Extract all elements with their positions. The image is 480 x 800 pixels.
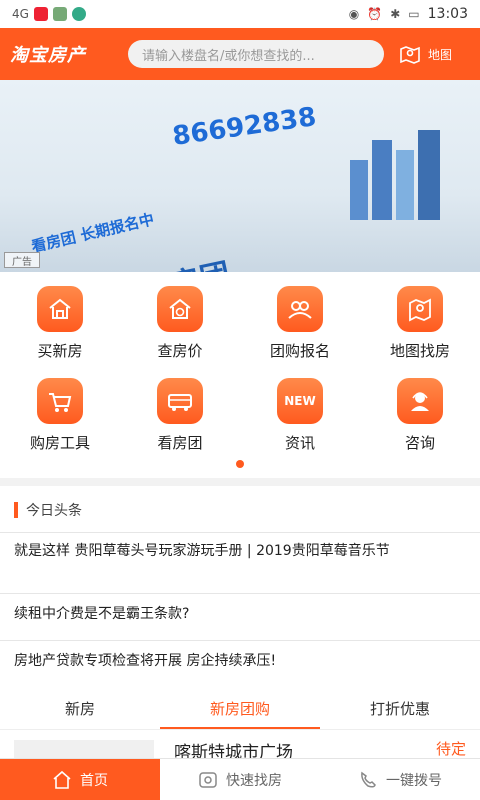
- news-item[interactable]: 续租中介费是不是霸王条款?: [14, 603, 466, 625]
- nav-label: 一键拨号: [386, 772, 442, 789]
- eye-icon: ◉: [348, 7, 360, 21]
- feature-grid: 买新房 查房价 团购报名 地图找房 购房工具 看房团 NEW 资讯 咨询: [0, 280, 480, 460]
- grid-item-consult[interactable]: 咨询: [360, 378, 480, 466]
- grid-item-price[interactable]: 查房价: [120, 286, 240, 374]
- map-pin-icon: [397, 286, 443, 332]
- grid-item-news[interactable]: NEW 资讯: [240, 378, 360, 466]
- nav-label: 快速找房: [226, 772, 282, 789]
- listing-tabs: 新房 新房团购 打折优惠: [0, 690, 480, 730]
- tab-group-buy[interactable]: 新房团购: [160, 690, 320, 729]
- search-placeholder: 请输入楼盘名/或你想查找的...: [142, 48, 315, 64]
- bluetooth-icon: ✱: [390, 7, 401, 21]
- listing-status: 待定: [435, 740, 466, 758]
- nav-home[interactable]: 首页: [0, 759, 160, 800]
- news-section-title: 今日头条: [14, 500, 82, 520]
- banner-phone: 86692838: [170, 102, 319, 152]
- ad-label: 广告: [4, 252, 40, 268]
- divider: [0, 593, 480, 594]
- grid-item-map[interactable]: 地图找房: [360, 286, 480, 374]
- app-header: 淘宝房产 请输入楼盘名/或你想查找的... 地图: [0, 28, 480, 80]
- news-item[interactable]: 就是这样 贵阳草莓头号玩家游玩手册 | 2019贵阳草莓音乐节: [14, 540, 466, 562]
- page-indicator-dot: [236, 460, 244, 468]
- grid-item-buy-new[interactable]: 买新房: [0, 286, 120, 374]
- news-title-text: 今日头条: [26, 503, 82, 519]
- status-bar: 4G ◉ ⏰ ✱ ▭ 13:03: [0, 0, 480, 28]
- grid-label: 购房工具: [29, 434, 90, 452]
- signal-text: 4G: [12, 7, 29, 21]
- bus-icon: [157, 378, 203, 424]
- grid-label: 资讯: [284, 434, 315, 452]
- grid-item-tour[interactable]: 看房团: [120, 378, 240, 466]
- map-pin-icon: [400, 46, 420, 64]
- search-input[interactable]: 请输入楼盘名/或你想查找的...: [128, 40, 384, 68]
- nav-quick-search[interactable]: 快速找房: [160, 759, 320, 800]
- banner-headline: 看房团: [136, 249, 233, 272]
- buildings-illustration: [350, 130, 440, 220]
- banner-tagline: 看房团 长期报名中: [29, 210, 156, 256]
- grid-label: 买新房: [37, 342, 83, 360]
- map-label: 地图: [428, 47, 453, 62]
- phone-icon: [361, 771, 376, 788]
- alarm-icon: ⏰: [367, 7, 383, 21]
- app-notification-icon: [71, 7, 86, 21]
- battery-icon: ▭: [408, 7, 420, 21]
- app-notification-icon: [33, 7, 48, 21]
- grid-label: 看房团: [157, 434, 203, 452]
- nav-call[interactable]: 一键拨号: [320, 759, 480, 800]
- grid-label: 地图找房: [389, 342, 450, 360]
- cart-icon: [37, 378, 83, 424]
- title-accent-bar: [14, 502, 18, 518]
- tab-discount[interactable]: 打折优惠: [320, 690, 480, 729]
- grid-label: 团购报名: [269, 342, 330, 360]
- section-divider: [0, 478, 480, 486]
- grid-item-tools[interactable]: 购房工具: [0, 378, 120, 466]
- house-icon: [37, 286, 83, 332]
- consultant-icon: [397, 378, 443, 424]
- promo-banner[interactable]: 86692838 看房团 长期报名中 看房团 广告: [0, 80, 480, 272]
- listing-thumbnail: [14, 740, 154, 760]
- grid-item-group-buy[interactable]: 团购报名: [240, 286, 360, 374]
- divider: [0, 640, 480, 641]
- bottom-navigation: 首页 快速找房 一键拨号: [0, 758, 480, 800]
- grid-label: 咨询: [404, 434, 435, 452]
- nav-label: 首页: [80, 772, 108, 789]
- new-icon: NEW: [277, 378, 323, 424]
- divider: [0, 532, 480, 533]
- price-house-icon: [157, 286, 203, 332]
- grid-label: 查房价: [157, 342, 203, 360]
- listing-item[interactable]: 喀斯特城市广场 待定: [0, 732, 480, 763]
- new-badge: NEW: [284, 394, 316, 408]
- news-item[interactable]: 房地产贷款专项检查将开展 房企持续承压!: [14, 650, 466, 672]
- group-icon: [277, 286, 323, 332]
- tab-new-house[interactable]: 新房: [0, 690, 160, 729]
- quick-search-icon: [199, 771, 217, 788]
- clock: 13:03: [427, 6, 468, 22]
- app-notification-icon: [52, 7, 67, 21]
- home-icon: [53, 770, 71, 789]
- map-button[interactable]: 地图: [398, 43, 452, 65]
- app-logo: 淘宝房产: [10, 45, 86, 66]
